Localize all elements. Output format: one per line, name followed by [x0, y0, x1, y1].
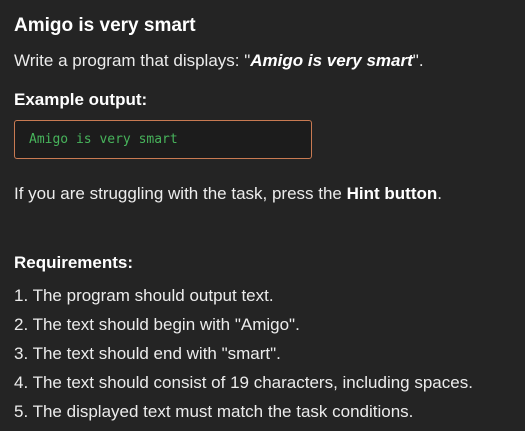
task-intro: Write a program that displays: "Amigo is…	[14, 50, 424, 72]
requirement-item: 4. The text should consist of 19 charact…	[14, 373, 473, 392]
example-output-text: Amigo is very smart	[29, 132, 178, 147]
requirement-item: 2. The text should begin with "Amigo".	[14, 315, 300, 334]
hint-suffix: .	[437, 184, 442, 203]
requirement-item: 1. The program should output text.	[14, 286, 274, 305]
hint-button-reference: Hint button	[346, 184, 438, 203]
task-intro-prefix: Write a program that displays: "	[14, 51, 251, 70]
requirements-list: 1. The program should output text. 2. Th…	[14, 281, 473, 426]
example-output-heading: Example output:	[14, 90, 148, 109]
task-intro-suffix: ".	[412, 51, 424, 70]
requirement-item: 3. The text should end with "smart".	[14, 344, 281, 363]
requirements-heading: Requirements:	[14, 253, 134, 272]
requirement-item: 5. The displayed text must match the tas…	[14, 402, 414, 421]
example-output-box: Amigo is very smart	[14, 120, 312, 159]
task-title: Amigo is very smart	[14, 15, 196, 36]
hint-prefix: If you are struggling with the task, pre…	[14, 184, 347, 203]
hint-instruction: If you are struggling with the task, pre…	[14, 183, 442, 205]
task-intro-quote: Amigo is very smart	[250, 51, 413, 70]
